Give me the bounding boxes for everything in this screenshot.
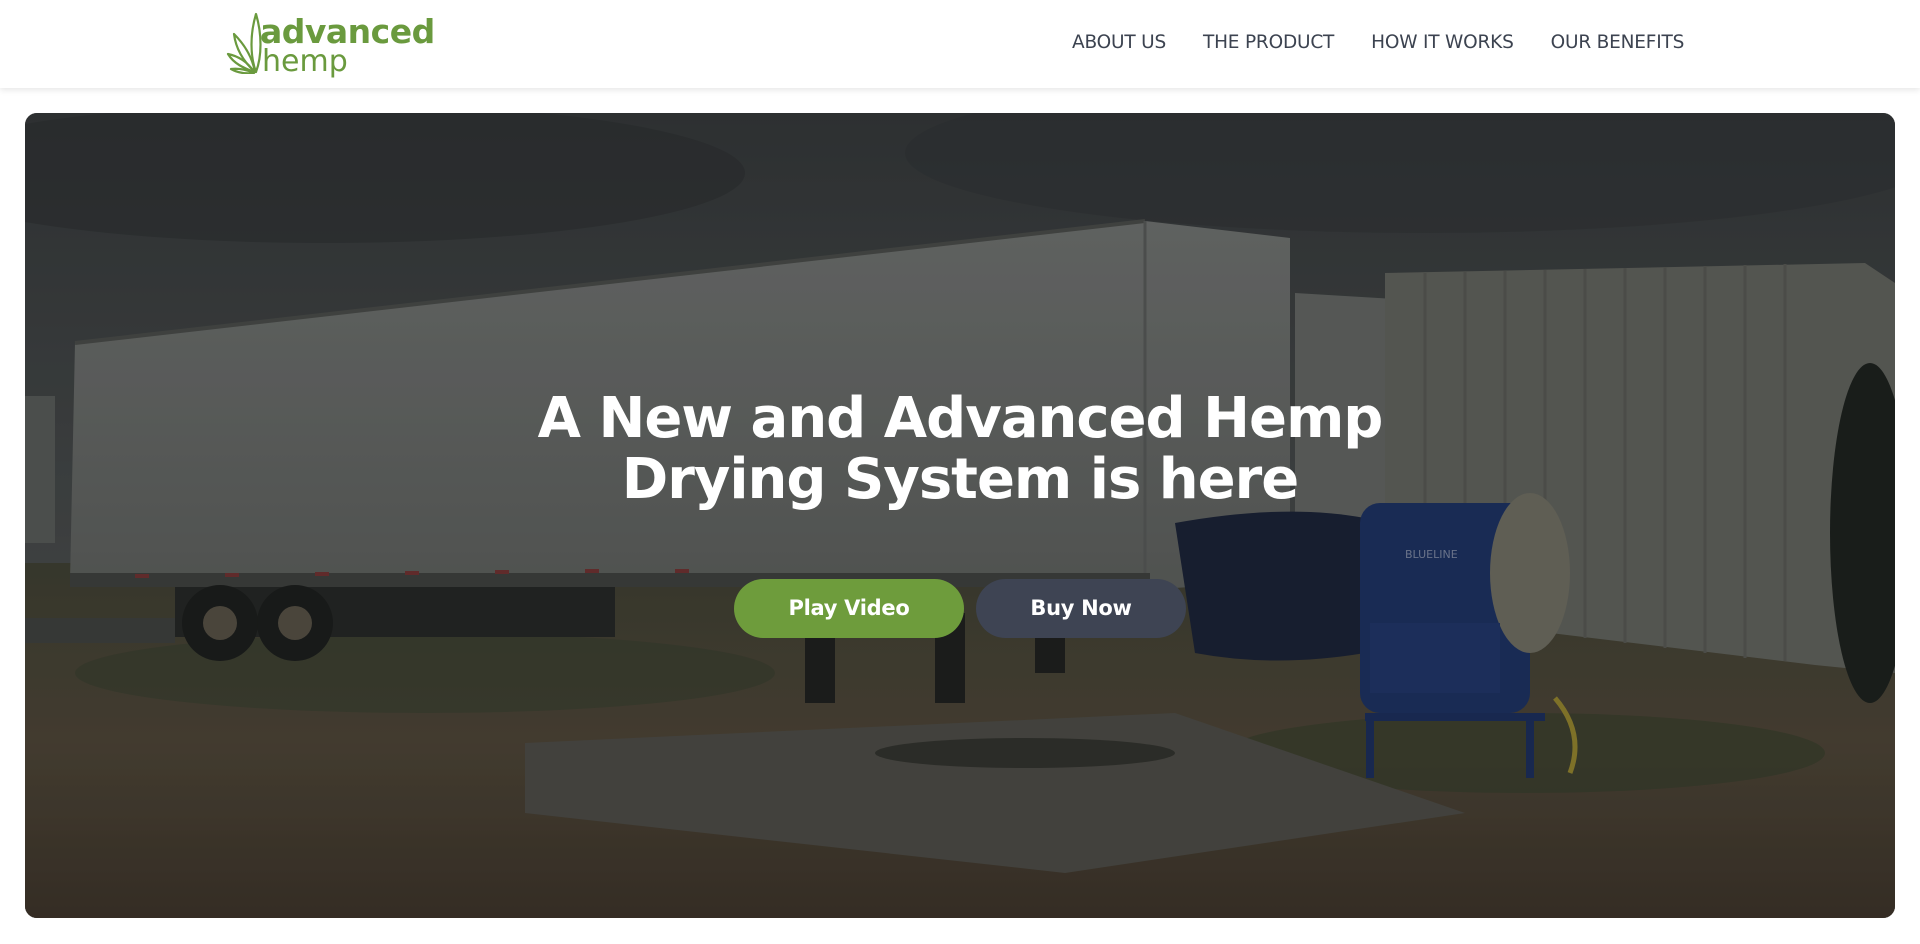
nav-about-us[interactable]: ABOUT US <box>1072 30 1166 60</box>
hero-banner: BLUELINE A New and Advanced Hemp Drying … <box>25 113 1895 918</box>
hero-title-line-2: Drying System is here <box>621 447 1299 512</box>
hero-title-line-1: A New and Advanced Hemp <box>537 386 1384 451</box>
hero-dark-overlay <box>25 113 1895 918</box>
nav-our-benefits[interactable]: OUR BENEFITS <box>1551 30 1685 60</box>
nav-how-it-works[interactable]: HOW IT WORKS <box>1371 30 1514 60</box>
play-video-button[interactable]: Play Video <box>734 579 964 638</box>
logo[interactable]: advanced hemp <box>226 12 435 79</box>
hemp-leaf-icon <box>226 12 262 74</box>
nav-the-product[interactable]: THE PRODUCT <box>1203 30 1334 60</box>
site-header: advanced hemp ABOUT US THE PRODUCT HOW I… <box>0 0 1920 88</box>
logo-word-hemp: hemp <box>262 44 348 79</box>
buy-now-button[interactable]: Buy Now <box>976 579 1186 638</box>
hero-title: A New and Advanced Hemp Drying System is… <box>410 388 1510 510</box>
main-nav: ABOUT US THE PRODUCT HOW IT WORKS OUR BE… <box>1072 30 1684 60</box>
